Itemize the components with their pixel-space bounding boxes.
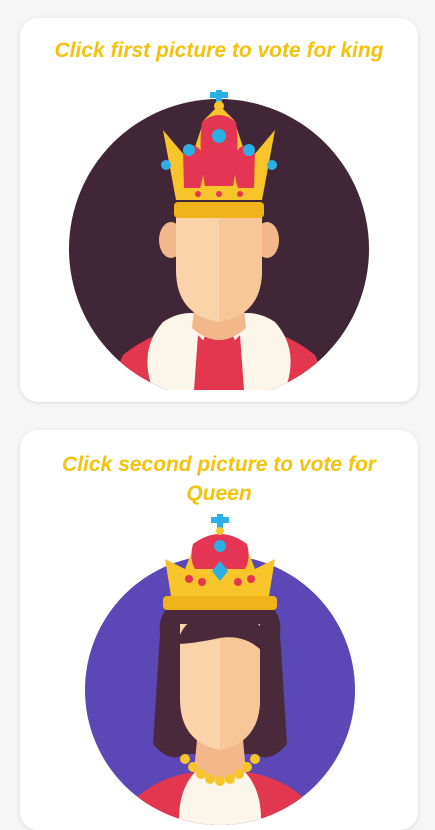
queen-card-title: Click second picture to vote for Queen bbox=[62, 453, 376, 505]
king-vote-card[interactable]: Click first picture to vote for king bbox=[20, 18, 418, 402]
king-avatar-picture[interactable] bbox=[68, 90, 370, 390]
king-card-title: Click first picture to vote for king bbox=[54, 39, 384, 62]
queen-vote-card[interactable]: Click second picture to vote for Queen bbox=[20, 430, 418, 830]
queen-avatar-picture[interactable] bbox=[65, 514, 375, 830]
queen-avatar-icon bbox=[85, 514, 355, 825]
king-avatar-icon bbox=[69, 90, 369, 390]
